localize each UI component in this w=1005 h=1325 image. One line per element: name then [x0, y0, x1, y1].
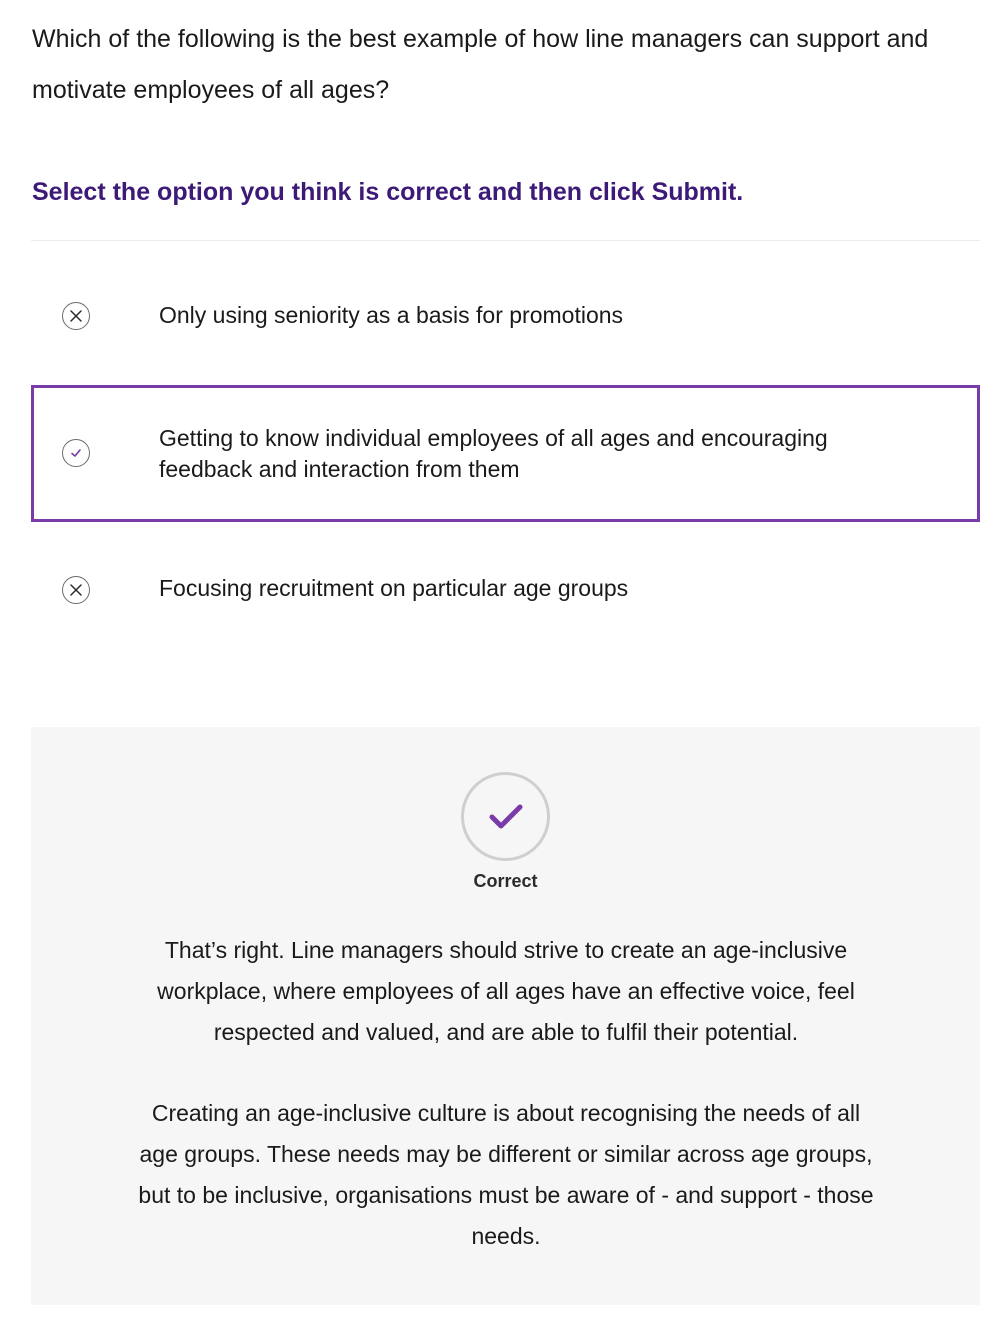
question-text: Which of the following is the best examp…	[32, 25, 929, 104]
answer-option-1[interactable]: Only using seniority as a basis for prom…	[31, 270, 980, 362]
check-circle-icon	[62, 439, 90, 467]
answer-option-3[interactable]: Focusing recruitment on particular age g…	[31, 544, 980, 636]
answer-option-label: Focusing recruitment on particular age g…	[159, 575, 629, 601]
checkmark-icon	[489, 804, 522, 828]
divider	[31, 240, 980, 241]
answer-option-label: Getting to know individual employees of …	[159, 425, 828, 482]
feedback-status-badge	[461, 772, 550, 861]
answer-option-label: Only using seniority as a basis for prom…	[159, 302, 624, 328]
feedback-status-label: Correct	[473, 871, 538, 891]
x-circle-icon	[62, 302, 90, 330]
feedback-paragraph-2: Creating an age-inclusive culture is abo…	[138, 1100, 874, 1249]
feedback-paragraph-1: That’s right. Line managers should striv…	[157, 937, 855, 1045]
x-circle-icon	[62, 576, 90, 604]
instruction-text: Select the option you think is correct a…	[32, 178, 744, 206]
feedback-panel: Correct That’s right. Line managers shou…	[31, 727, 980, 1305]
answer-option-2[interactable]: Getting to know individual employees of …	[31, 385, 980, 522]
